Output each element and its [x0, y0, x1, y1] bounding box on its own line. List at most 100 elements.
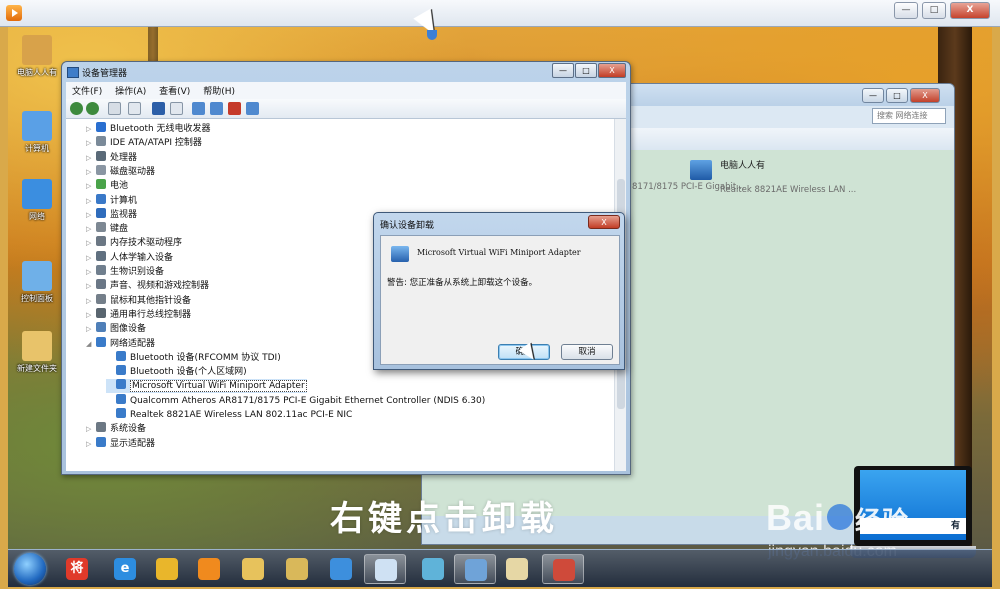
device-item[interactable]: Bluetooth 设备(RFCOMM 协议 TDI) — [106, 350, 281, 365]
device-item[interactable]: Realtek 8821AE Wireless LAN 802.11ac PCI… — [106, 408, 352, 422]
start-button[interactable] — [14, 553, 46, 585]
show-hide-console-tree-icon[interactable] — [108, 102, 121, 115]
desktop-icon[interactable]: 计算机 — [12, 111, 62, 154]
devmgr-close-button[interactable]: X — [598, 63, 626, 78]
expand-icon[interactable]: ▷ — [86, 122, 96, 136]
expand-icon[interactable]: ▷ — [86, 294, 96, 308]
taskbar-button[interactable] — [542, 554, 584, 584]
dialog-body: Microsoft Virtual WiFi Miniport Adapter … — [380, 235, 620, 365]
expand-icon[interactable]: ▷ — [86, 136, 96, 150]
player-title-bar: — □ X — [0, 0, 1000, 27]
taskbar-button[interactable] — [188, 554, 230, 584]
expand-icon[interactable]: ▷ — [86, 322, 96, 336]
taskbar-button[interactable] — [320, 554, 362, 584]
device-category[interactable]: ▷ 监视器 — [86, 207, 137, 222]
device-category[interactable]: ▷ 处理器 — [86, 150, 137, 165]
taskbar-button[interactable]: 将 — [56, 554, 98, 584]
device-item[interactable]: Qualcomm Atheros AR8171/8175 PCI-E Gigab… — [106, 393, 485, 408]
device-category[interactable]: ▷ 电池 — [86, 179, 128, 193]
device-category[interactable]: ◢ 网络适配器 — [86, 336, 156, 351]
update-driver-icon[interactable] — [210, 102, 223, 115]
devmgr-minimize-button[interactable]: — — [552, 63, 574, 78]
device-category[interactable]: ▷ 显示适配器 — [86, 436, 155, 451]
sound-icon — [96, 279, 106, 290]
menu-file[interactable]: 文件(F) — [66, 82, 106, 97]
taskbar-button[interactable] — [496, 554, 538, 584]
expand-icon[interactable]: ▷ — [86, 222, 96, 236]
player-maximize-button[interactable]: □ — [922, 2, 946, 19]
device-item[interactable]: Microsoft Virtual WiFi Miniport Adapter — [106, 379, 307, 394]
device-category[interactable]: ▷ 鼠标和其他指针设备 — [86, 293, 191, 308]
disable-device-icon[interactable] — [246, 102, 259, 115]
menu-view[interactable]: 查看(V) — [153, 82, 194, 97]
desktop-icon[interactable]: 网络 — [12, 179, 62, 222]
forward-icon[interactable] — [86, 102, 99, 115]
device-category[interactable]: ▷ 系统设备 — [86, 422, 146, 436]
expand-icon[interactable]: ▷ — [86, 308, 96, 322]
taskbar-button[interactable] — [454, 554, 496, 584]
expand-icon[interactable]: ▷ — [86, 437, 96, 451]
tutorial-caption: 右键点击卸载 — [330, 499, 558, 539]
expand-icon[interactable]: ▷ — [86, 279, 96, 293]
explorer-icon — [242, 558, 264, 580]
taskbar-button[interactable] — [146, 554, 188, 584]
expand-icon[interactable]: ▷ — [86, 194, 96, 208]
uninstall-icon[interactable] — [228, 102, 241, 115]
expand-icon[interactable]: ▷ — [86, 165, 96, 179]
confirm-uninstall-dialog: 确认设备卸载 X Microsoft Virtual WiFi Miniport… — [373, 212, 625, 370]
desktop-icon-label: 新建文件夹 — [17, 364, 57, 373]
dialog-close-button[interactable]: X — [588, 215, 620, 229]
expand-icon[interactable]: ▷ — [86, 265, 96, 279]
device-category[interactable]: ▷ Bluetooth 无线电收发器 — [86, 122, 211, 136]
device-category[interactable]: ▷ 人体学输入设备 — [86, 250, 173, 265]
device-category[interactable]: ▷ 声音、视频和游戏控制器 — [86, 279, 209, 293]
device-category[interactable]: ▷ 键盘 — [86, 222, 128, 236]
device-category[interactable]: ▷ 通用串行总线控制器 — [86, 307, 191, 322]
device-category[interactable]: ▷ 磁盘驱动器 — [86, 164, 155, 179]
device-label: 网络适配器 — [110, 338, 156, 349]
explorer-close-button[interactable]: X — [910, 88, 940, 103]
back-icon[interactable] — [70, 102, 83, 115]
device-category[interactable]: ▷ 计算机 — [86, 193, 137, 208]
device-item[interactable]: Bluetooth 设备(个人区域网) — [106, 365, 247, 379]
desktop-icon[interactable]: 控制面板 — [12, 261, 62, 304]
search-input[interactable]: 搜索 网络连接 — [872, 108, 946, 124]
device-label: 内存技术驱动程序 — [110, 238, 183, 249]
explorer-maximize-button[interactable]: □ — [886, 88, 908, 103]
taskbar-button[interactable]: e — [104, 554, 146, 584]
player-minimize-button[interactable]: — — [894, 2, 918, 19]
cpu-icon — [96, 150, 106, 161]
connection-wifi[interactable]: 电脑人人有 Realtek 8821AE Wireless LAN ... — [720, 158, 856, 195]
taskbar-button[interactable] — [232, 554, 274, 584]
menu-help[interactable]: 帮助(H) — [197, 82, 239, 97]
device-category[interactable]: ▷ 生物识别设备 — [86, 265, 164, 279]
expand-icon[interactable]: ▷ — [86, 422, 96, 436]
device-category[interactable]: ▷ 图像设备 — [86, 322, 146, 336]
expand-icon[interactable]: ▷ — [86, 151, 96, 165]
document-icon — [375, 559, 397, 581]
scan-hardware-icon[interactable] — [192, 102, 205, 115]
details-icon[interactable] — [170, 102, 183, 115]
toolbar — [66, 99, 626, 119]
expand-icon[interactable]: ▷ — [86, 236, 96, 250]
desktop-icon[interactable]: 电脑人人有 — [12, 35, 62, 78]
device-category[interactable]: ▷ IDE ATA/ATAPI 控制器 — [86, 136, 202, 150]
device-category[interactable]: ▷ 内存技术驱动程序 — [86, 236, 182, 250]
collapse-icon[interactable]: ◢ — [86, 337, 96, 351]
expand-icon[interactable]: ▷ — [86, 179, 96, 193]
devmgr-maximize-button[interactable]: □ — [575, 63, 597, 78]
taskbar-button[interactable] — [412, 554, 454, 584]
device-label: 声音、视频和游戏控制器 — [110, 281, 210, 292]
properties-icon[interactable] — [128, 102, 141, 115]
player-close-button[interactable]: X — [950, 2, 990, 19]
desktop-icon[interactable]: 新建文件夹 — [12, 331, 62, 374]
help-icon[interactable] — [152, 102, 165, 115]
expand-icon[interactable]: ▷ — [86, 208, 96, 222]
taskbar-button[interactable] — [364, 554, 406, 584]
explorer-minimize-button[interactable]: — — [862, 88, 884, 103]
taskbar-button[interactable] — [276, 554, 318, 584]
menu-action[interactable]: 操作(A) — [109, 82, 150, 97]
connection-wifi-name: 电脑人人有 — [720, 161, 766, 171]
expand-icon[interactable]: ▷ — [86, 251, 96, 265]
cancel-button[interactable]: 取消 — [561, 344, 613, 360]
